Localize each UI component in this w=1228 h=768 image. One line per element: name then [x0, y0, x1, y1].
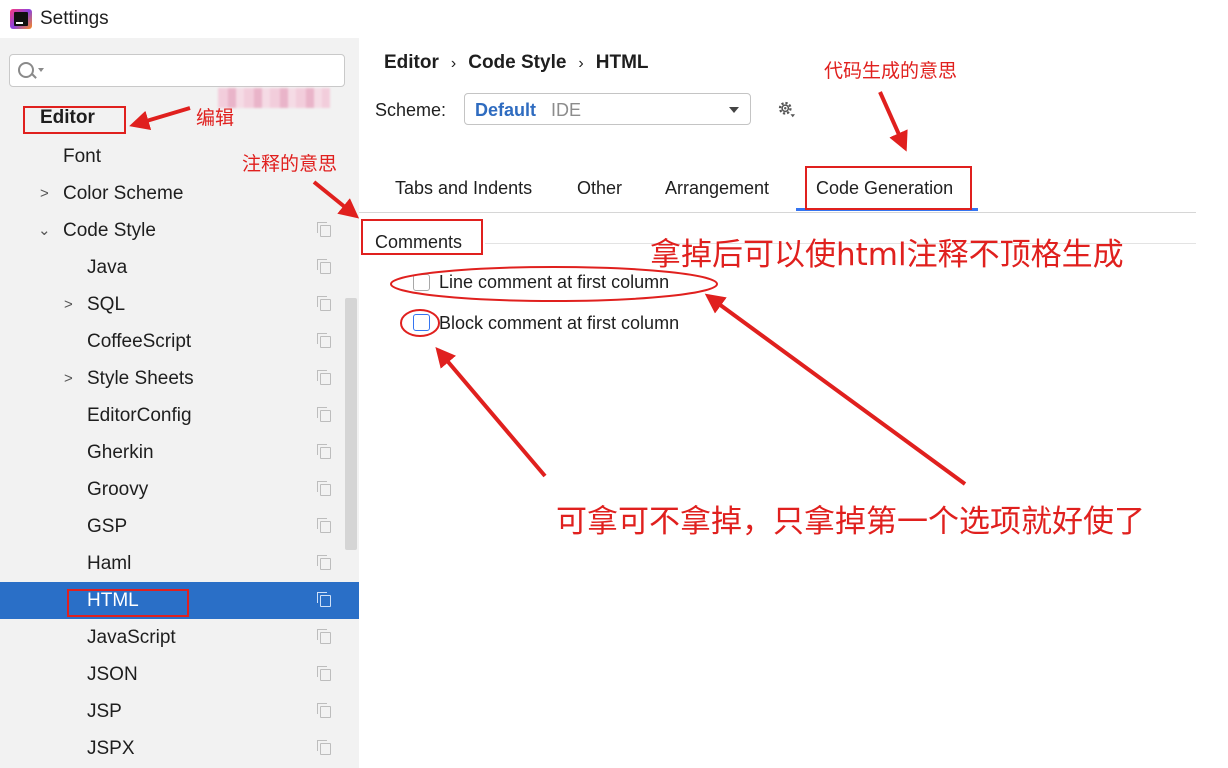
sidebar-scrollbar[interactable]: [345, 298, 357, 550]
tree-item-color-scheme[interactable]: > Color Scheme: [0, 175, 359, 212]
tree-item-label: HTML: [87, 590, 139, 611]
tree-item-label: Haml: [87, 553, 132, 574]
line-comment-first-column-label[interactable]: Line comment at first column: [439, 272, 669, 293]
breadcrumb-item-code-style[interactable]: Code Style: [468, 52, 566, 74]
tree-item-haml[interactable]: Haml: [0, 545, 359, 582]
tree-item-label: Font: [63, 146, 102, 167]
line-comment-first-column-checkbox[interactable]: [413, 274, 430, 291]
project-scope-icon: [317, 592, 331, 607]
breadcrumb-separator: ›: [578, 55, 584, 72]
tree-item-label: CoffeeScript: [87, 331, 192, 352]
tree-item-gherkin[interactable]: Gherkin: [0, 434, 359, 471]
tree-item-editor[interactable]: Editor: [0, 99, 359, 136]
active-tab-indicator: [796, 208, 978, 211]
window-edge: [1196, 0, 1228, 768]
chevron-right-icon[interactable]: >: [40, 175, 49, 212]
tree-item-label: Editor: [40, 107, 95, 128]
project-scope-icon: [317, 444, 331, 459]
search-icon: [18, 62, 34, 78]
tree-item-label: Style Sheets: [87, 368, 194, 389]
tree-item-jsp[interactable]: JSP: [0, 693, 359, 730]
tree-item-label: GSP: [87, 516, 128, 537]
settings-sidebar: Editor Font > Color Scheme ⌄ Code Style …: [0, 38, 359, 768]
intellij-logo-icon: [10, 9, 32, 29]
tree-item-label: Gherkin: [87, 442, 154, 463]
breadcrumb-separator: ›: [450, 55, 457, 72]
tree-item-label: Java: [87, 257, 128, 278]
project-scope-icon: [317, 333, 331, 348]
tree-item-label: JSP: [87, 701, 122, 722]
tree-item-label: SQL: [87, 294, 126, 315]
project-scope-icon: [317, 518, 331, 533]
scheme-scope: IDE: [551, 100, 582, 120]
project-scope-icon: [317, 296, 331, 311]
chevron-right-icon[interactable]: >: [64, 360, 73, 397]
chevron-down-icon: [729, 107, 739, 113]
tree-item-groovy[interactable]: Groovy: [0, 471, 359, 508]
scheme-value: Default: [475, 100, 537, 120]
tab-arrangement[interactable]: Arrangement: [665, 178, 769, 199]
tree-item-javascript[interactable]: JavaScript: [0, 619, 359, 656]
breadcrumb: Editor › Code Style › HTML: [384, 52, 649, 74]
project-scope-icon: [317, 629, 331, 644]
tree-item-font[interactable]: Font: [0, 138, 359, 175]
tree-item-label: Color Scheme: [63, 183, 184, 204]
search-history-dropdown-icon[interactable]: [38, 68, 44, 72]
project-scope-icon: [317, 481, 331, 496]
tree-item-style-sheets[interactable]: > Style Sheets: [0, 360, 359, 397]
tree-item-label: Code Style: [63, 220, 156, 241]
project-scope-icon: [317, 222, 331, 237]
tree-item-sql[interactable]: > SQL: [0, 286, 359, 323]
gear-icon[interactable]: [777, 100, 795, 118]
tree-item-json[interactable]: JSON: [0, 656, 359, 693]
window-title: Settings: [40, 8, 109, 29]
project-scope-icon: [317, 259, 331, 274]
settings-content: Editor › Code Style › HTML Scheme: Default I…: [359, 38, 1196, 768]
project-scope-icon: [317, 407, 331, 422]
tab-other[interactable]: Other: [577, 178, 622, 199]
breadcrumb-item-editor[interactable]: Editor: [384, 52, 439, 74]
chevron-right-icon[interactable]: >: [64, 286, 73, 323]
tree-item-jspx[interactable]: JSPX: [0, 730, 359, 767]
tab-code-generation[interactable]: Code Generation: [816, 178, 953, 199]
tree-item-label: EditorConfig: [87, 405, 192, 426]
section-divider: [485, 243, 1196, 244]
scheme-dropdown[interactable]: Default IDE: [464, 93, 751, 125]
tree-item-editorconfig[interactable]: EditorConfig: [0, 397, 359, 434]
project-scope-icon: [317, 666, 331, 681]
chevron-down-icon[interactable]: ⌄: [38, 212, 51, 249]
tree-item-code-style[interactable]: ⌄ Code Style: [0, 212, 359, 249]
tree-item-label: JSON: [87, 664, 138, 685]
tree-item-label: JSPX: [87, 738, 135, 759]
title-bar: Settings: [0, 0, 1228, 38]
tree-item-label: JavaScript: [87, 627, 176, 648]
tree-item-label: Groovy: [87, 479, 149, 500]
tree-item-gsp[interactable]: GSP: [0, 508, 359, 545]
block-comment-first-column-checkbox[interactable]: [413, 314, 430, 331]
breadcrumb-item-html: HTML: [595, 52, 649, 73]
tree-item-html[interactable]: HTML: [0, 582, 359, 619]
tree-item-java[interactable]: Java: [0, 249, 359, 286]
tab-tabs-and-indents[interactable]: Tabs and Indents: [395, 178, 532, 199]
scheme-label: Scheme:: [375, 100, 447, 120]
project-scope-icon: [317, 370, 331, 385]
block-comment-first-column-label[interactable]: Block comment at first column: [439, 313, 679, 334]
tree-item-coffeescript[interactable]: CoffeeScript: [0, 323, 359, 360]
section-title-comments: Comments: [375, 232, 463, 252]
project-scope-icon: [317, 555, 331, 570]
project-scope-icon: [317, 740, 331, 755]
project-scope-icon: [317, 703, 331, 718]
tab-bar: Tabs and Indents Other Arrangement Code …: [359, 170, 1196, 213]
search-input[interactable]: [9, 54, 345, 87]
